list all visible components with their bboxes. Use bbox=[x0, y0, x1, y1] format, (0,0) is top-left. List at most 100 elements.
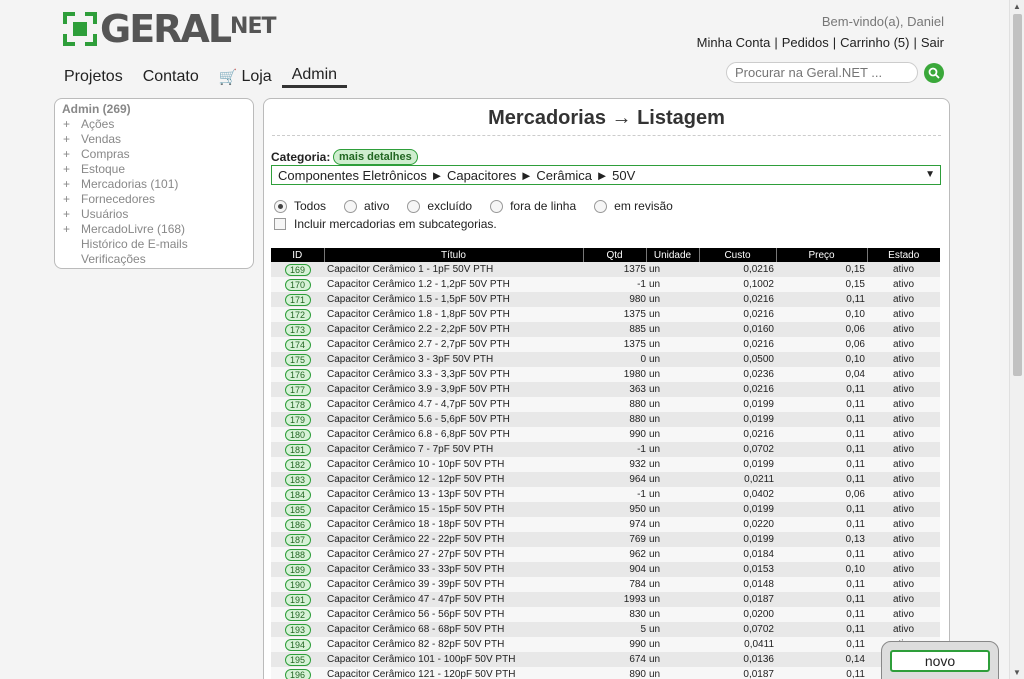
table-row[interactable]: 187 Capacitor Cerâmico 22 - 22pF 50V PTH 7… bbox=[271, 532, 940, 547]
table-row[interactable]: 186 Capacitor Cerâmico 18 - 18pF 50V PTH 9… bbox=[271, 517, 940, 532]
link-carrinho[interactable]: Carrinho (5) bbox=[840, 35, 909, 50]
id-link[interactable]: 195 bbox=[284, 653, 311, 666]
new-item-button[interactable]: novo bbox=[890, 650, 990, 672]
col-qtd[interactable]: Qtd bbox=[583, 248, 647, 262]
sidebar-item[interactable]: + Ações bbox=[62, 117, 246, 132]
search-input[interactable] bbox=[726, 62, 918, 83]
status-radio[interactable]: em revisão bbox=[594, 199, 673, 213]
table-row[interactable]: 182 Capacitor Cerâmico 10 - 10pF 50V PTH 9… bbox=[271, 457, 940, 472]
col-custo[interactable]: Custo bbox=[699, 248, 777, 262]
radio-button[interactable] bbox=[407, 199, 421, 213]
sidebar-item[interactable]: + Mercadorias (101) bbox=[62, 177, 246, 192]
table-row[interactable]: 192 Capacitor Cerâmico 56 - 56pF 50V PTH 8… bbox=[271, 607, 940, 622]
table-row[interactable]: 175 Capacitor Cerâmico 3 - 3pF 50V PTH 0 un… bbox=[271, 352, 940, 367]
table-row[interactable]: 191 Capacitor Cerâmico 47 - 47pF 50V PTH 1… bbox=[271, 592, 940, 607]
radio-button[interactable] bbox=[490, 199, 504, 213]
status-radio[interactable]: ativo bbox=[344, 199, 389, 213]
table-row[interactable]: 188 Capacitor Cerâmico 27 - 27pF 50V PTH 9… bbox=[271, 547, 940, 562]
table-row[interactable]: 193 Capacitor Cerâmico 68 - 68pF 50V PTH 5… bbox=[271, 622, 940, 637]
id-link[interactable]: 196 bbox=[284, 668, 311, 679]
id-link[interactable]: 184 bbox=[284, 488, 311, 501]
id-link[interactable]: 181 bbox=[284, 443, 311, 456]
col-estado[interactable]: Estado bbox=[867, 248, 940, 262]
include-subcategories[interactable]: Incluir mercadorias em subcategorias. bbox=[274, 217, 497, 231]
expand-plus-icon[interactable]: + bbox=[62, 147, 81, 162]
id-link[interactable]: 175 bbox=[284, 353, 311, 366]
id-link[interactable]: 190 bbox=[284, 578, 311, 591]
category-select[interactable]: Componentes Eletrônicos ► Capacitores ► … bbox=[271, 165, 941, 185]
scrollbar-thumb[interactable] bbox=[1013, 14, 1022, 376]
sidebar-item[interactable]: + Estoque bbox=[62, 162, 246, 177]
id-link[interactable]: 176 bbox=[284, 368, 311, 381]
id-link[interactable]: 179 bbox=[284, 413, 311, 426]
sidebar-item[interactable]: + Vendas bbox=[62, 132, 246, 147]
table-row[interactable]: 178 Capacitor Cerâmico 4.7 - 4,7pF 50V PT… bbox=[271, 397, 940, 412]
table-row[interactable]: 173 Capacitor Cerâmico 2.2 - 2,2pF 50V PT… bbox=[271, 322, 940, 337]
search-button[interactable] bbox=[924, 63, 944, 83]
nav-contato[interactable]: Contato bbox=[143, 66, 199, 88]
table-row[interactable]: 180 Capacitor Cerâmico 6.8 - 6,8pF 50V PT… bbox=[271, 427, 940, 442]
id-link[interactable]: 189 bbox=[284, 563, 311, 576]
table-row[interactable]: 179 Capacitor Cerâmico 5.6 - 5,6pF 50V PT… bbox=[271, 412, 940, 427]
nav-admin[interactable]: Admin bbox=[281, 66, 348, 88]
id-link[interactable]: 194 bbox=[284, 638, 311, 651]
link-sair[interactable]: Sair bbox=[921, 35, 944, 50]
expand-plus-icon[interactable]: + bbox=[62, 192, 81, 207]
id-link[interactable]: 193 bbox=[284, 623, 311, 636]
id-link[interactable]: 173 bbox=[284, 323, 311, 336]
sidebar-item[interactable]: + Fornecedores bbox=[62, 192, 246, 207]
id-link[interactable]: 192 bbox=[284, 608, 311, 621]
table-row[interactable]: 185 Capacitor Cerâmico 15 - 15pF 50V PTH 9… bbox=[271, 502, 940, 517]
col-unidade[interactable]: Unidade bbox=[646, 248, 700, 262]
table-row[interactable]: 171 Capacitor Cerâmico 1.5 - 1,5pF 50V PT… bbox=[271, 292, 940, 307]
id-link[interactable]: 171 bbox=[284, 293, 311, 306]
table-row[interactable]: 176 Capacitor Cerâmico 3.3 - 3,3pF 50V PT… bbox=[271, 367, 940, 382]
id-link[interactable]: 180 bbox=[284, 428, 311, 441]
sidebar-item[interactable]: + MercadoLivre (168) bbox=[62, 222, 246, 237]
expand-plus-icon[interactable]: + bbox=[62, 132, 81, 147]
sidebar-item[interactable]: Histórico de E-mails bbox=[62, 237, 246, 252]
id-link[interactable]: 170 bbox=[284, 278, 311, 291]
expand-plus-icon[interactable]: + bbox=[62, 117, 81, 132]
link-pedidos[interactable]: Pedidos bbox=[782, 35, 829, 50]
expand-plus-icon[interactable] bbox=[62, 237, 81, 252]
table-row[interactable]: 196 Capacitor Cerâmico 121 - 120pF 50V PT… bbox=[271, 667, 940, 679]
col-id[interactable]: ID bbox=[271, 248, 325, 262]
expand-plus-icon[interactable]: + bbox=[62, 162, 81, 177]
status-radio[interactable]: excluído bbox=[407, 199, 472, 213]
radio-button[interactable] bbox=[594, 199, 608, 213]
link-minha-conta[interactable]: Minha Conta bbox=[697, 35, 771, 50]
status-radio[interactable]: Todos bbox=[274, 199, 326, 213]
status-radio[interactable]: fora de linha bbox=[490, 199, 576, 213]
table-row[interactable]: 170 Capacitor Cerâmico 1.2 - 1,2pF 50V PT… bbox=[271, 277, 940, 292]
table-row[interactable]: 194 Capacitor Cerâmico 82 - 82pF 50V PTH 9… bbox=[271, 637, 940, 652]
id-link[interactable]: 191 bbox=[284, 593, 311, 606]
table-row[interactable]: 174 Capacitor Cerâmico 2.7 - 2,7pF 50V PT… bbox=[271, 337, 940, 352]
sidebar-title[interactable]: Admin (269) bbox=[62, 102, 246, 116]
radio-button[interactable] bbox=[274, 199, 287, 213]
table-row[interactable]: 184 Capacitor Cerâmico 13 - 13pF 50V PTH -… bbox=[271, 487, 940, 502]
details-badge[interactable]: mais detalhes bbox=[333, 149, 418, 165]
table-row[interactable]: 183 Capacitor Cerâmico 12 - 12pF 50V PTH 9… bbox=[271, 472, 940, 487]
table-row[interactable]: 177 Capacitor Cerâmico 3.9 - 3,9pF 50V PT… bbox=[271, 382, 940, 397]
expand-plus-icon[interactable] bbox=[62, 252, 81, 267]
expand-plus-icon[interactable]: + bbox=[62, 222, 81, 237]
id-link[interactable]: 178 bbox=[284, 398, 311, 411]
radio-button[interactable] bbox=[344, 199, 358, 213]
table-row[interactable]: 190 Capacitor Cerâmico 39 - 39pF 50V PTH 7… bbox=[271, 577, 940, 592]
table-row[interactable]: 172 Capacitor Cerâmico 1.8 - 1,8pF 50V PT… bbox=[271, 307, 940, 322]
sidebar-item[interactable]: + Usuários bbox=[62, 207, 246, 222]
id-link[interactable]: 188 bbox=[284, 548, 311, 561]
site-logo[interactable]: GERAL NET bbox=[63, 10, 277, 48]
id-link[interactable]: 186 bbox=[284, 518, 311, 531]
nav-projetos[interactable]: Projetos bbox=[64, 66, 123, 88]
subcategories-checkbox[interactable] bbox=[274, 218, 286, 230]
table-row[interactable]: 189 Capacitor Cerâmico 33 - 33pF 50V PTH 9… bbox=[271, 562, 940, 577]
col-titulo[interactable]: Título bbox=[324, 248, 584, 262]
id-link[interactable]: 177 bbox=[284, 383, 311, 396]
scroll-down-icon[interactable]: ▼ bbox=[1013, 668, 1021, 677]
id-link[interactable]: 182 bbox=[284, 458, 311, 471]
table-row[interactable]: 181 Capacitor Cerâmico 7 - 7pF 50V PTH -1 u… bbox=[271, 442, 940, 457]
page-scrollbar[interactable]: ▲ ▼ bbox=[1009, 0, 1024, 679]
nav-loja[interactable]: 🛒 Loja bbox=[219, 66, 272, 88]
